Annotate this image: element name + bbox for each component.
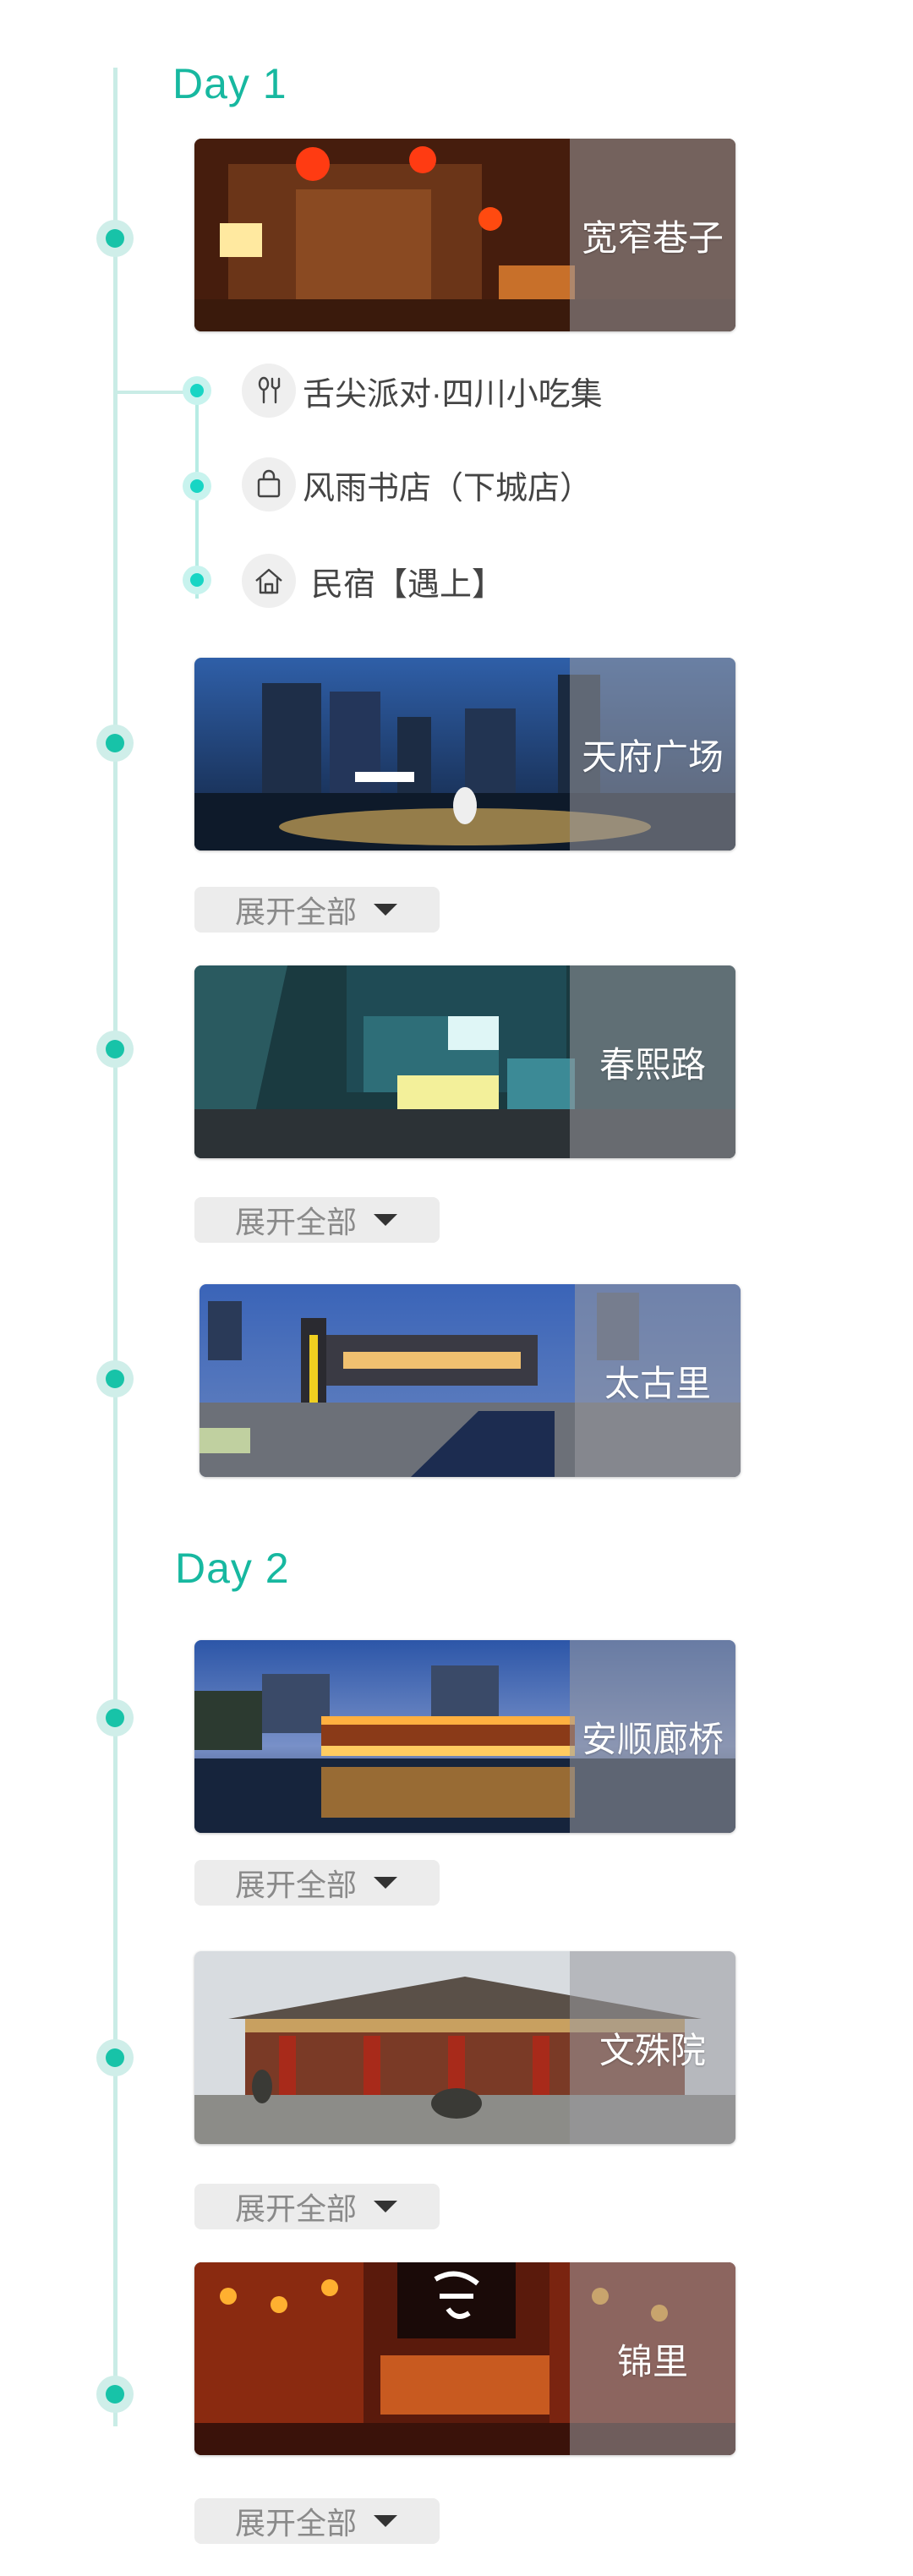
timeline-dot — [96, 2376, 134, 2413]
card-title-overlay: 宽窄巷子 — [570, 139, 735, 331]
card-title: 太古里 — [604, 1363, 711, 1403]
timeline-dot — [96, 220, 134, 257]
sub-timeline-dot — [183, 376, 211, 405]
triangle-down-icon — [374, 1214, 398, 1226]
card-title-overlay: 文殊院 — [570, 1951, 735, 2144]
sub-item-snack-market[interactable]: 舌尖派对·四川小吃集 — [242, 364, 603, 418]
expand-all-button[interactable]: 展开全部 — [194, 1860, 440, 1906]
sub-item-label: 风雨书店（下城店） — [303, 470, 593, 506]
attraction-card-chunxi-road[interactable]: 春熙路 — [194, 965, 735, 1158]
home-icon — [242, 554, 296, 608]
sub-item-homestay[interactable]: 民宿【遇上】 — [242, 554, 504, 608]
timeline-dot — [96, 1360, 134, 1397]
timeline-dot — [96, 725, 134, 762]
card-title-overlay: 太古里 — [575, 1284, 741, 1477]
card-title-overlay: 锦里 — [570, 2262, 735, 2455]
triangle-down-icon — [374, 2201, 398, 2212]
expand-all-button[interactable]: 展开全部 — [194, 1197, 440, 1243]
attraction-card-taikoo-li[interactable]: 太古里 — [200, 1284, 741, 1477]
sub-item-label: 舌尖派对·四川小吃集 — [303, 376, 603, 413]
attraction-card-anshun-bridge[interactable]: 安顺廊桥 — [194, 1640, 735, 1833]
card-title-overlay: 天府广场 — [570, 658, 735, 850]
day-2-heading: Day 2 — [175, 1545, 290, 1592]
attraction-card-jinli[interactable]: 锦里 — [194, 2262, 735, 2455]
card-title-overlay: 安顺廊桥 — [570, 1640, 735, 1833]
triangle-down-icon — [374, 904, 398, 916]
timeline-dot — [96, 1031, 134, 1068]
expand-label: 展开全部 — [235, 894, 358, 929]
attraction-card-kuanzhai-alley[interactable]: 宽窄巷子 — [194, 139, 735, 331]
sub-timeline-dot — [183, 566, 211, 594]
attraction-card-wenshu-monastery[interactable]: 文殊院 — [194, 1951, 735, 2144]
expand-label: 展开全部 — [235, 1868, 358, 1902]
sub-item-label: 民宿【遇上】 — [311, 566, 505, 603]
timeline-dot — [96, 1699, 134, 1736]
expand-all-button[interactable]: 展开全部 — [194, 887, 440, 933]
sub-item-bookstore[interactable]: 风雨书店（下城店） — [242, 457, 592, 511]
timeline-dot — [96, 2039, 134, 2076]
sub-timeline-dot — [183, 472, 211, 500]
shopping-bag-icon — [242, 457, 296, 511]
expand-label: 展开全部 — [235, 2191, 358, 2226]
expand-all-button[interactable]: 展开全部 — [194, 2184, 440, 2229]
card-title: 文殊院 — [599, 2030, 706, 2070]
card-title: 春熙路 — [599, 1044, 706, 1085]
card-title-overlay: 春熙路 — [570, 965, 735, 1158]
day-1-heading: Day 1 — [172, 60, 287, 107]
expand-all-button[interactable]: 展开全部 — [194, 2498, 440, 2544]
card-title: 天府广场 — [581, 736, 724, 777]
triangle-down-icon — [374, 1877, 398, 1889]
expand-label: 展开全部 — [235, 1205, 358, 1239]
fork-spoon-icon — [242, 364, 296, 418]
triangle-down-icon — [374, 2515, 398, 2527]
card-title: 宽窄巷子 — [581, 217, 724, 258]
attraction-card-tianfu-square[interactable]: 天府广场 — [194, 658, 735, 850]
card-title: 锦里 — [616, 2341, 688, 2382]
card-title: 安顺廊桥 — [581, 1719, 724, 1759]
expand-label: 展开全部 — [235, 2506, 358, 2540]
